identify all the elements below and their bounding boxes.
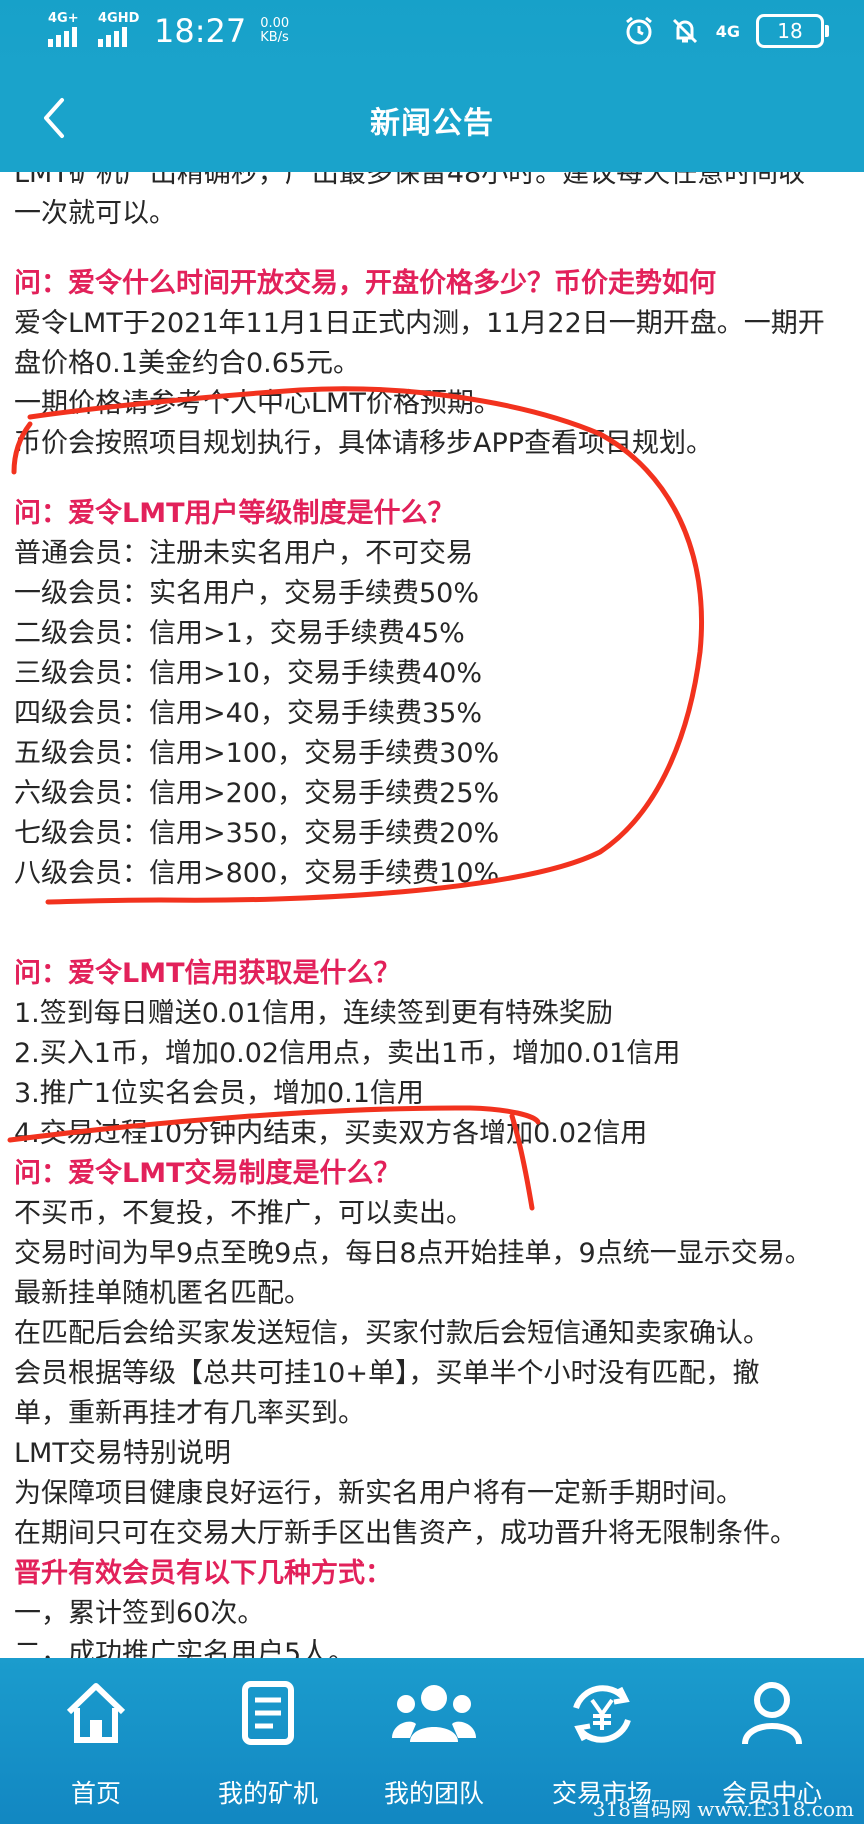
article-line: 在期间只可在交易大厅新手区出售资产，成功晋升将无限制条件。 bbox=[14, 1518, 797, 1549]
article-line: 七级会员：信用>350，交易手续费20% bbox=[14, 818, 500, 849]
article-line: 一级会员：实名用户，交易手续费50% bbox=[14, 578, 480, 609]
article-line: 盘价格0.1美金约合0.65元。 bbox=[14, 348, 361, 379]
signal-icon: 4GHD bbox=[98, 11, 140, 49]
article-line: 在匹配后会给买家发送短信，买家付款后会短信通知卖家确认。 bbox=[14, 1318, 770, 1349]
home-icon bbox=[66, 1683, 126, 1743]
article-line: 1.签到每日赠送0.01信用，连续签到更有特殊奖励 bbox=[14, 998, 613, 1029]
article-line: 一期价格请参考个人中心LMT价格预期。 bbox=[14, 388, 501, 419]
battery-indicator: 18 bbox=[756, 14, 829, 48]
article-line: 五级会员：信用>100，交易手续费30% bbox=[14, 738, 500, 769]
article-line: 一次就可以。 bbox=[14, 198, 176, 229]
network-type-1: 4G+ bbox=[48, 11, 79, 26]
article-content[interactable]: LMT矿机产出精确秒，产出最多保留48小时。建议每天任意时间收一次就可以。问：爱… bbox=[0, 172, 864, 1660]
article-line: 三级会员：信用>10，交易手续费40% bbox=[14, 658, 482, 689]
question-heading: 问：爱令LMT用户等级制度是什么？ bbox=[14, 498, 455, 529]
nav-label: 我的团队 bbox=[383, 1779, 484, 1808]
article-body: LMT矿机产出精确秒，产出最多保留48小时。建议每天任意时间收一次就可以。问：爱… bbox=[14, 172, 850, 1660]
network-speed-value: 0.00 bbox=[260, 16, 290, 31]
article-line: 最新挂单随机匿名匹配。 bbox=[14, 1278, 311, 1309]
nav-my-miners[interactable]: 我的矿机 bbox=[182, 1658, 354, 1824]
article-line: 二，成功推广实名用户5人。 bbox=[14, 1638, 356, 1660]
article-line: 会员根据等级【总共可挂10+单】，买单半个小时没有匹配，撤 bbox=[14, 1358, 760, 1389]
status-left: 4G+ 4GHD 18:27 0.00 KB/s bbox=[48, 11, 289, 50]
nav-my-team[interactable]: 我的团队 bbox=[348, 1658, 520, 1824]
network-type-2: 4GHD bbox=[98, 11, 140, 26]
nav-label: 首页 bbox=[70, 1779, 121, 1808]
bottom-nav: 首页 我的矿机 我的团队 交易市场 会员中心 318首码网 www.E318.c… bbox=[0, 1658, 864, 1824]
article-line: 3.推广1位实名会员，增加0.1信用 bbox=[14, 1078, 424, 1109]
article-line: 爱令LMT于2021年11月1日正式内测，11月22日一期开盘。一期开 bbox=[14, 308, 825, 339]
network-speed: 0.00 KB/s bbox=[260, 17, 289, 45]
article-line: 二级会员：信用>1，交易手续费45% bbox=[14, 618, 465, 649]
yen-exchange-icon bbox=[573, 1685, 631, 1743]
article-line: 一，累计签到60次。 bbox=[14, 1598, 265, 1629]
question-heading: 问：爱令什么时间开放交易，开盘价格多少？币价走势如何 bbox=[14, 268, 716, 299]
question-heading: 问：爱令LMT信用获取是什么？ bbox=[14, 958, 401, 989]
mute-bell-icon bbox=[672, 18, 697, 44]
status-time: 18:27 bbox=[154, 12, 247, 50]
signal-icon: 4G+ bbox=[48, 11, 88, 49]
team-icon bbox=[392, 1685, 476, 1742]
title-bar: 新闻公告 bbox=[0, 66, 864, 172]
status-right: 4G 18 bbox=[624, 14, 829, 48]
network-speed-unit: KB/s bbox=[260, 30, 289, 45]
status-bar: 4G+ 4GHD 18:27 0.00 KB/s 4G 18 bbox=[0, 0, 864, 66]
article-line: 交易时间为早9点至晚9点，每日8点开始挂单，9点统一显示交易。 bbox=[14, 1238, 812, 1269]
article-line: 八级会员：信用>800，交易手续费10% bbox=[14, 858, 500, 889]
article-line: 不买币，不复投，不推广，可以卖出。 bbox=[14, 1198, 473, 1229]
article-line: 币价会按照项目规划执行，具体请移步APP查看项目规划。 bbox=[14, 428, 714, 459]
question-heading: 晋升有效会员有以下几种方式： bbox=[14, 1558, 392, 1589]
nav-label: 我的矿机 bbox=[217, 1779, 318, 1808]
article-line: 4.交易过程10分钟内结束，买卖双方各增加0.02信用 bbox=[14, 1118, 648, 1149]
article-line: 六级会员：信用>200，交易手续费25% bbox=[14, 778, 500, 809]
server-icon bbox=[242, 1681, 294, 1745]
article-line: LMT交易特别说明 bbox=[14, 1438, 231, 1469]
article-line: 单，重新再挂才有几率买到。 bbox=[14, 1398, 365, 1429]
user-icon bbox=[742, 1682, 802, 1745]
article-line: LMT矿机产出精确秒，产出最多保留48小时。建议每天任意时间收 bbox=[14, 172, 806, 189]
article-line: 为保障项目健康良好运行，新实名用户将有一定新手期时间。 bbox=[14, 1478, 743, 1509]
article-line: 四级会员：信用>40，交易手续费35% bbox=[14, 698, 482, 729]
article-line: 2.买入1币，增加0.02信用点，卖出1币，增加0.01信用 bbox=[14, 1038, 681, 1069]
alarm-icon bbox=[625, 16, 652, 45]
question-heading: 问：爱令LMT交易制度是什么？ bbox=[14, 1158, 401, 1189]
network-type-3: 4G bbox=[715, 21, 740, 41]
nav-home[interactable]: 首页 bbox=[10, 1658, 182, 1824]
article-line: 普通会员：注册未实名用户，不可交易 bbox=[14, 538, 473, 569]
page-title: 新闻公告 bbox=[370, 106, 494, 141]
watermark: 318首码网 www.E318.com bbox=[592, 1797, 854, 1821]
